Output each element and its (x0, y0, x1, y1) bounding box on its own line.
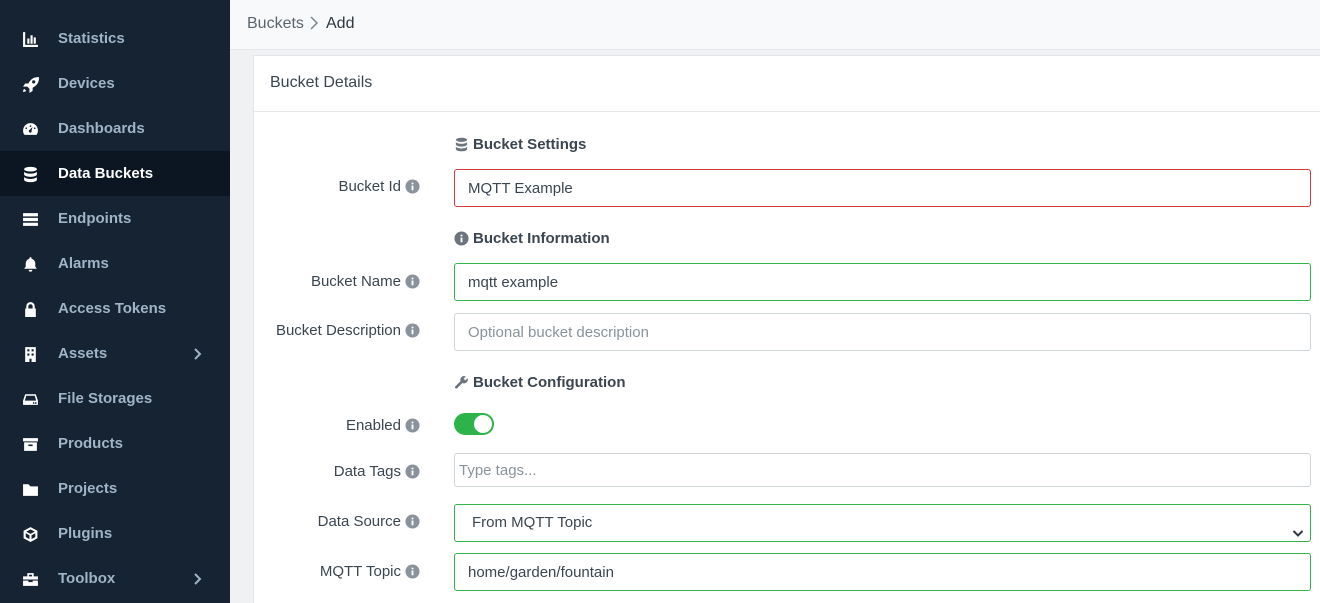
wrench-icon (455, 376, 468, 389)
sidebar-item-label: Data Buckets (58, 165, 154, 182)
rocket-icon (21, 75, 39, 93)
sidebar-item-label: Alarms (58, 255, 109, 272)
box-icon (21, 435, 39, 453)
section-title-text: Bucket Information (473, 230, 610, 247)
breadcrumb: Buckets Add (230, 0, 1320, 50)
enabled-toggle[interactable] (454, 413, 494, 435)
sidebar-item-projects[interactable]: Projects (0, 466, 230, 511)
bucket-description-label: Bucket Description (275, 322, 401, 339)
toggle-knob (474, 415, 492, 433)
info-circle-icon (454, 231, 469, 246)
gauge-icon (21, 120, 39, 138)
chart-bar-icon (21, 30, 39, 48)
sidebar-item-products[interactable]: Products (0, 421, 230, 466)
bucket-name-input[interactable] (454, 263, 1311, 301)
sidebar-item-label: Devices (58, 75, 115, 92)
sidebar-item-label: Plugins (58, 525, 113, 542)
sidebar-item-toolbox[interactable]: Toolbox (0, 556, 230, 601)
card-header: Bucket Details (254, 56, 1320, 112)
sidebar-item-label: Assets (58, 345, 108, 362)
bucket-description-input[interactable] (454, 313, 1311, 351)
sidebar-item-assets[interactable]: Assets (0, 331, 230, 376)
data-tags-label: Data Tags (333, 463, 401, 480)
sidebar-item-label: Access Tokens (58, 300, 167, 317)
cube-icon (21, 525, 39, 543)
data-tags-input[interactable] (454, 453, 1311, 487)
enabled-label: Enabled (345, 417, 401, 434)
chevron-right-icon (309, 16, 319, 30)
sidebar-item-dashboards[interactable]: Dashboards (0, 106, 230, 151)
sidebar-item-statistics[interactable]: Statistics (0, 16, 230, 61)
data-source-label: Data Source (317, 513, 401, 530)
sidebar-item-access-tokens[interactable]: Access Tokens (0, 286, 230, 331)
chevron-right-icon (192, 347, 202, 360)
sidebar-item-alarms[interactable]: Alarms (0, 241, 230, 286)
sidebar-item-data-buckets[interactable]: Data Buckets (0, 151, 230, 196)
breadcrumb-buckets-link[interactable]: Buckets (247, 14, 304, 34)
sidebar-item-label: Toolbox (58, 570, 116, 587)
building-icon (21, 345, 39, 363)
sidebar-item-label: Products (58, 435, 124, 452)
info-icon[interactable] (405, 564, 420, 579)
section-title-text: Bucket Configuration (473, 374, 626, 391)
sidebar-item-label: Endpoints (58, 210, 132, 227)
chevron-right-icon (192, 572, 202, 585)
sidebar-item-devices[interactable]: Devices (0, 61, 230, 106)
toolbox-icon (21, 570, 39, 588)
info-icon[interactable] (405, 514, 420, 529)
sidebar-item-label: File Storages (58, 390, 153, 407)
card-title: Bucket Details (270, 74, 373, 91)
section-bucket-information: Bucket Information (454, 230, 610, 247)
bucket-id-label: Bucket Id (338, 178, 401, 195)
info-icon[interactable] (405, 274, 420, 289)
sidebar-item-label: Dashboards (58, 120, 145, 137)
info-icon[interactable] (405, 464, 420, 479)
info-icon[interactable] (405, 323, 420, 338)
sidebar: Statistics Devices Dashboards Data Bucke… (0, 0, 230, 603)
section-bucket-configuration: Bucket Configuration (454, 374, 626, 391)
lock-icon (21, 300, 39, 318)
database-icon (455, 137, 468, 152)
data-source-selected: From MQTT Topic (472, 514, 593, 531)
sidebar-item-file-storages[interactable]: File Storages (0, 376, 230, 421)
server-icon (21, 210, 39, 228)
chevron-down-icon (1292, 517, 1304, 537)
database-icon (21, 165, 39, 183)
mqtt-topic-label: MQTT Topic (319, 563, 401, 580)
sidebar-item-label: Statistics (58, 30, 125, 47)
folder-icon (21, 480, 39, 498)
sidebar-item-endpoints[interactable]: Endpoints (0, 196, 230, 241)
mqtt-topic-input[interactable] (454, 553, 1311, 591)
breadcrumb-current: Add (326, 15, 355, 32)
info-icon[interactable] (405, 418, 420, 433)
section-bucket-settings: Bucket Settings (454, 136, 586, 153)
hdd-icon (21, 390, 39, 408)
info-icon[interactable] (405, 179, 420, 194)
bell-icon (21, 255, 39, 273)
section-title-text: Bucket Settings (473, 136, 587, 153)
bucket-id-input[interactable] (454, 169, 1311, 207)
bucket-name-label: Bucket Name (310, 273, 401, 290)
sidebar-item-label: Projects (58, 480, 118, 497)
data-source-select[interactable]: From MQTT Topic (454, 504, 1311, 542)
sidebar-item-plugins[interactable]: Plugins (0, 511, 230, 556)
